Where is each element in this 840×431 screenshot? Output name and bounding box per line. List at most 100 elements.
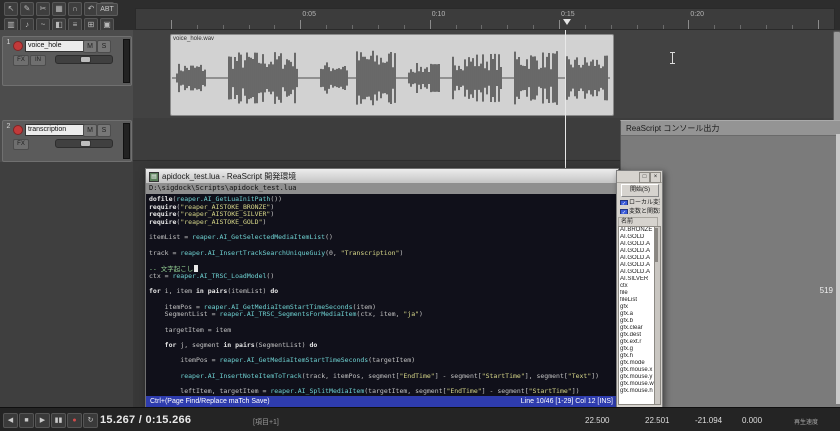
code-editor[interactable]: dofile(reaper.AI_GetLuaInitPath())requir… <box>146 194 618 396</box>
watch-variable-row[interactable]: fileList <box>619 297 656 304</box>
ruler-tick <box>456 25 457 29</box>
code-line[interactable]: ctx = reaper.AI_TRSC_LoadModel() <box>149 273 618 281</box>
console-titlebar[interactable]: ReaScript コンソール出力 <box>621 121 840 136</box>
volume-fader[interactable] <box>55 139 113 148</box>
dock-right-scrollbar[interactable] <box>836 134 840 404</box>
env-vars-label: 変数と関数環境(W) <box>629 209 660 214</box>
track-panel-transcription[interactable]: 2transcriptionMSFX <box>2 120 132 162</box>
go-to-start-button[interactable]: ◀ <box>3 413 18 428</box>
ruler-tick <box>637 25 638 29</box>
code-line[interactable]: targetItem = item <box>149 327 618 335</box>
record-arm-button[interactable] <box>13 41 23 51</box>
code-line[interactable]: SegmentList = reaper.AI_TRSC_SegmentsFor… <box>149 311 618 319</box>
transport-value[interactable]: 22.500 <box>585 416 609 425</box>
transport-button-group: ◀■▶▮▮●↻ <box>3 413 99 428</box>
watch-variable-row[interactable]: gfx.mode <box>619 360 656 367</box>
watch-variable-row[interactable]: gfx.b <box>619 318 656 325</box>
arrange-vertical-scrollbar[interactable] <box>833 31 840 125</box>
code-line[interactable]: leftItem, targetItem = reaper.AI_SplitMe… <box>149 388 618 396</box>
snap-icon[interactable]: ∩ <box>68 2 82 16</box>
ruler-tick <box>714 25 715 29</box>
watch-variable-row[interactable]: file <box>619 290 656 297</box>
code-line[interactable]: track = reaper.AI_InsertTrackSearchUniqu… <box>149 250 618 258</box>
code-line[interactable]: itemList = reaper.AI_GetSelectedMediaIte… <box>149 234 618 242</box>
watch-variable-row[interactable]: AI.GOLD.A <box>619 269 656 276</box>
track-meter <box>123 39 130 83</box>
solo-button[interactable]: S <box>97 40 111 53</box>
watch-variable-row[interactable]: gfx.dest <box>619 332 656 339</box>
pause-button[interactable]: ▮▮ <box>51 413 66 428</box>
watch-window: □ × 開始(S) ✓ローカル変数(L) ✓変数と関数環境(W) 名前 AI.B… <box>616 170 663 408</box>
track-panel-voice_hole[interactable]: 1voice_holeMSFXIN <box>2 36 132 86</box>
watch-variable-row[interactable]: gfx.mouse.h <box>619 388 656 395</box>
ruler-label: 0:20 <box>690 11 704 18</box>
watch-variable-row[interactable]: AI.GOLD.A <box>619 262 656 269</box>
watch-variable-row[interactable]: gfx.mouse.y <box>619 374 656 381</box>
transport-value[interactable]: 22.501 <box>645 416 669 425</box>
env-vars-checkbox-row[interactable]: ✓変数と関数環境(W) <box>620 206 660 214</box>
local-vars-checkbox-row[interactable]: ✓ローカル変数(L) <box>620 197 660 205</box>
pencil-icon[interactable]: ✎ <box>20 2 34 16</box>
play-button[interactable]: ▶ <box>35 413 50 428</box>
watch-variable-row[interactable]: ctx <box>619 283 656 290</box>
edit-cursor-marker-icon[interactable] <box>563 19 571 25</box>
watch-variable-row[interactable]: gfx.mouse.w <box>619 381 656 388</box>
checkbox-checked-icon[interactable]: ✓ <box>620 200 628 205</box>
track-name-field[interactable]: transcription <box>25 124 91 136</box>
ide-titlebar[interactable]: ▤ apidock_test.lua - ReaScript 開発環境 <box>146 169 618 184</box>
watch-start-button[interactable]: 開始(S) <box>621 184 659 197</box>
watch-variable-row[interactable]: AI.GOLD.A <box>619 255 656 262</box>
watch-scrollbar-thumb[interactable] <box>655 228 658 262</box>
transport-time-display[interactable]: 15.267 / 0:15.266 <box>100 414 191 426</box>
grid-icon[interactable]: ▦ <box>52 2 66 16</box>
media-item-voice-hole[interactable]: voice_hole.wav <box>170 34 614 116</box>
in-button[interactable]: IN <box>30 55 46 66</box>
code-line[interactable]: for j, segment in pairs(SegmentList) do <box>149 342 618 350</box>
watch-variable-row[interactable]: AI.GOLD.A <box>619 248 656 255</box>
maximize-button[interactable]: □ <box>639 172 650 183</box>
watch-variable-row[interactable]: gfx.ext.r <box>619 339 656 346</box>
playrate-label: 再生速度 <box>794 417 818 426</box>
record-arm-button[interactable] <box>13 125 23 135</box>
code-line[interactable]: reaper.AI_InsertNoteItemToTrack(track, i… <box>149 373 618 381</box>
watch-variable-row[interactable]: gfx.h <box>619 353 656 360</box>
code-line[interactable]: require("reaper_AISTOKE_GOLD") <box>149 219 618 227</box>
watch-variable-row[interactable]: gfx.a <box>619 311 656 318</box>
close-button[interactable]: × <box>650 172 661 183</box>
record-button[interactable]: ● <box>67 413 82 428</box>
transport-value[interactable]: 0.000 <box>742 416 762 425</box>
code-line[interactable]: for i, item in pairs(itemList) do <box>149 288 618 296</box>
watch-variable-row[interactable]: AI.GOLD <box>619 234 656 241</box>
watch-variable-list[interactable]: AI.BRONZEAI.GOLDAI.GOLD.AAI.GOLD.AAI.GOL… <box>618 226 657 405</box>
track-name-field[interactable]: voice_hole <box>25 40 91 52</box>
razor-icon[interactable]: ✂ <box>36 2 50 16</box>
mute-button[interactable]: M <box>83 124 97 137</box>
stop-button[interactable]: ■ <box>19 413 34 428</box>
watch-titlebar[interactable]: □ × <box>617 171 662 183</box>
mute-button[interactable]: M <box>83 40 97 53</box>
fx-button[interactable]: FX <box>13 55 29 66</box>
ruler-tick <box>559 20 560 29</box>
fx-button[interactable]: FX <box>13 139 29 150</box>
move-tool-icon[interactable]: ↖ <box>4 2 18 16</box>
waveform-graphic <box>171 45 611 111</box>
code-line[interactable] <box>149 258 618 266</box>
timeline-ruler[interactable]: 0:050:100:150:20 <box>135 8 835 30</box>
checkbox-checked-icon[interactable]: ✓ <box>620 209 628 214</box>
watch-variable-row[interactable]: gfx <box>619 304 656 311</box>
watch-variable-row[interactable]: gfx.mouse.x <box>619 367 656 374</box>
solo-button[interactable]: S <box>97 124 111 137</box>
abt-toggle-button[interactable]: ABT <box>96 3 118 16</box>
repeat-button[interactable]: ↻ <box>83 413 98 428</box>
volume-fader[interactable] <box>55 55 113 64</box>
volume-fader-thumb[interactable] <box>80 56 91 63</box>
watch-variable-row[interactable]: gfx.clear <box>619 325 656 332</box>
watch-variable-row[interactable]: gfx.g <box>619 346 656 353</box>
volume-fader-thumb[interactable] <box>80 140 91 147</box>
watch-scrollbar[interactable] <box>654 226 661 405</box>
transport-value[interactable]: -21.094 <box>695 416 722 425</box>
watch-variable-row[interactable]: AI.BRONZE <box>619 227 656 234</box>
watch-variable-row[interactable]: AI.GOLD.A <box>619 241 656 248</box>
watch-variable-row[interactable]: AI.SILVER <box>619 276 656 283</box>
code-line[interactable]: itemPos = reaper.AI_GetMediaItemStartTim… <box>149 357 618 365</box>
